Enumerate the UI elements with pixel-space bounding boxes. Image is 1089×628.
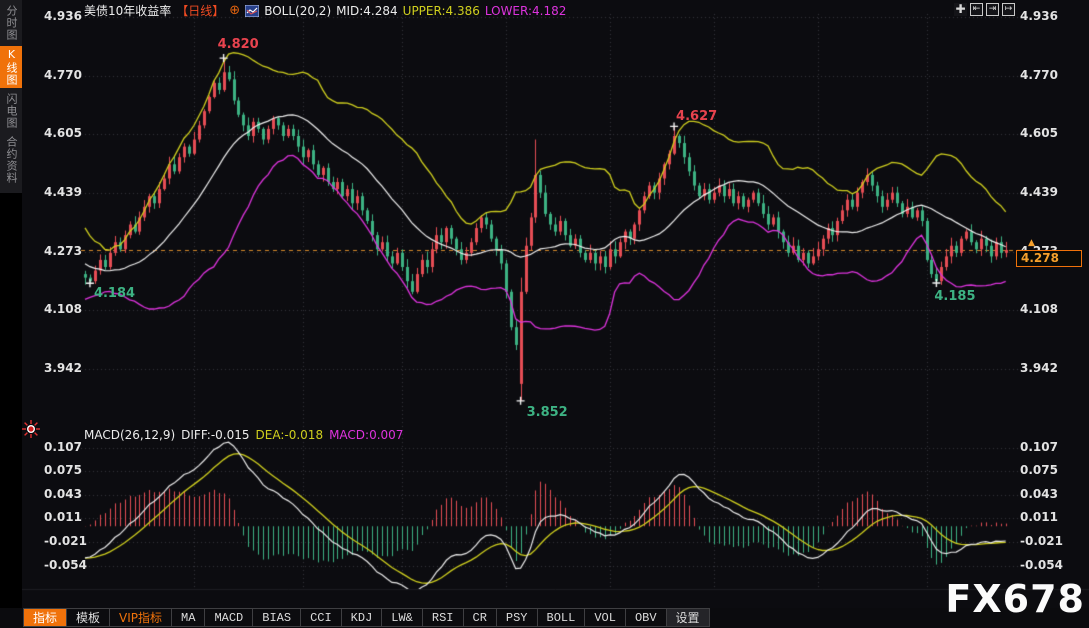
fit-left-icon[interactable]: ⇤ [970, 3, 983, 16]
main-chart-header: 美债10年收益率 【日线】 ⊕ BOLL(20,2) MID:4.284 UPP… [84, 2, 566, 19]
toolbar-tab-模板[interactable]: 模板 [66, 608, 110, 627]
sidebar-tab-2[interactable]: 闪电图 [0, 91, 22, 131]
globe-target-icon[interactable]: ⊕ [229, 4, 240, 17]
y-axis-label: 0.011 [1020, 510, 1058, 524]
toolbar-tab-VIP指标[interactable]: VIP指标 [109, 608, 172, 627]
fx678-watermark: FX678 [945, 580, 1085, 618]
boll-upper-value: UPPER:4.386 [403, 4, 480, 18]
y-axis-label: -0.021 [44, 534, 80, 548]
toolbar-tab-指标[interactable]: 指标 [23, 608, 67, 627]
x-axis-strip: 日线 ▲ 2025/012025/022025/032025/042025/05… [0, 590, 1089, 608]
y-axis-label: 4.273 [44, 244, 80, 258]
toolbar-tab-KDJ[interactable]: KDJ [341, 608, 383, 627]
sidebar-tab-3[interactable]: 合约资料 [0, 134, 22, 186]
price-annotation: 4.185 [934, 289, 975, 304]
y-axis-label: 4.439 [1020, 185, 1058, 199]
sidebar-tab-1[interactable]: K线图 [0, 46, 22, 88]
toolbar-tab-MACD[interactable]: MACD [204, 608, 253, 627]
y-axis-label: 4.605 [1020, 126, 1058, 140]
toolbar-tab-VOL[interactable]: VOL [584, 608, 626, 627]
y-axis-label: 0.075 [1020, 463, 1058, 477]
price-annotation: 4.627 [676, 109, 717, 124]
y-axis-label: 4.770 [1020, 68, 1058, 82]
macd-params-label: MACD(26,12,9) [84, 428, 175, 442]
y-axis-label: 4.108 [1020, 302, 1058, 316]
pan-tool-icon[interactable]: ✚ [954, 3, 967, 16]
price-annotation: 3.852 [527, 405, 568, 420]
toolbar-tab-CR[interactable]: CR [463, 608, 497, 627]
y-axis-label: 0.107 [44, 440, 80, 454]
y-axis-label: 4.605 [44, 126, 80, 140]
toolbar-tab-RSI[interactable]: RSI [422, 608, 464, 627]
macd-header: MACD(26,12,9) DIFF:-0.015 DEA:-0.018 MAC… [84, 428, 403, 442]
boll-params-label: BOLL(20,2) [264, 4, 331, 18]
toolbar-tab-LW&[interactable]: LW& [381, 608, 423, 627]
y-axis-label: 4.936 [44, 9, 80, 23]
y-axis-label: 4.439 [44, 185, 80, 199]
y-axis-label: 0.107 [1020, 440, 1058, 454]
macd-diff-value: DIFF:-0.015 [181, 428, 249, 442]
price-annotation: 4.184 [94, 286, 135, 301]
y-axis-label: 0.043 [1020, 487, 1058, 501]
live-indicator-icon [22, 420, 40, 438]
y-axis-label: 0.075 [44, 463, 80, 477]
fit-right-icon[interactable]: ⇥ [986, 3, 999, 16]
toolbar-tab-BIAS[interactable]: BIAS [252, 608, 301, 627]
toolbar-tab-BOLL[interactable]: BOLL [537, 608, 586, 627]
y-axis-label: 3.942 [44, 361, 80, 375]
y-axis-label: -0.021 [1020, 534, 1063, 548]
app-window: 分时图 K线图闪电图合约资料 美债10年收益率 【日线】 ⊕ BOLL(20,2)… [0, 0, 1089, 628]
price-annotation: 4.820 [218, 37, 259, 52]
toolbar-tab-MA[interactable]: MA [171, 608, 205, 627]
symbol-title: 美债10年收益率 [84, 2, 171, 19]
chart-area: 美债10年收益率 【日线】 ⊕ BOLL(20,2) MID:4.284 UPP… [22, 0, 1089, 608]
y-axis-label: 0.043 [44, 487, 80, 501]
price-arrow-icon: ▲ [1028, 238, 1035, 248]
period-badge[interactable]: 【日线】 [176, 2, 224, 19]
boll-mid-value: MID:4.284 [336, 4, 398, 18]
toolbar-tab-OBV[interactable]: OBV [625, 608, 667, 627]
chart-tool-icons: ✚⇤⇥↦ [954, 3, 1015, 16]
sidebar-tab-0[interactable]: 分时图 [0, 3, 22, 43]
current-price-tag: 4.278 [1016, 250, 1082, 267]
shift-right-icon[interactable]: ↦ [1002, 3, 1015, 16]
toolbar-tab-CCI[interactable]: CCI [300, 608, 342, 627]
y-axis-label: 0.011 [44, 510, 80, 524]
toolbar-tab-设置[interactable]: 设置 [666, 608, 710, 627]
boll-lower-value: LOWER:4.182 [485, 4, 567, 18]
macd-macd-value: MACD:0.007 [329, 428, 403, 442]
toolbar-tab-PSY[interactable]: PSY [496, 608, 538, 627]
indicator-toolbar: 指标模板VIP指标MAMACDBIASCCIKDJLW&RSICRPSYBOLL… [24, 608, 710, 628]
y-axis-label: -0.054 [1020, 558, 1063, 572]
y-axis-label: 4.936 [1020, 9, 1058, 23]
macd-dea-value: DEA:-0.018 [256, 428, 324, 442]
chart-mode-tabs: 分时图 K线图闪电图合约资料 [0, 0, 22, 193]
y-axis-label: 3.942 [1020, 361, 1058, 375]
left-sidebar: 分时图 K线图闪电图合约资料 [0, 0, 22, 608]
y-axis-label: 4.108 [44, 302, 80, 316]
mini-chart-icon[interactable] [245, 5, 259, 17]
y-axis-label: -0.054 [44, 558, 80, 572]
y-axis-label: 4.770 [44, 68, 80, 82]
chart-canvas[interactable] [22, 0, 1089, 608]
